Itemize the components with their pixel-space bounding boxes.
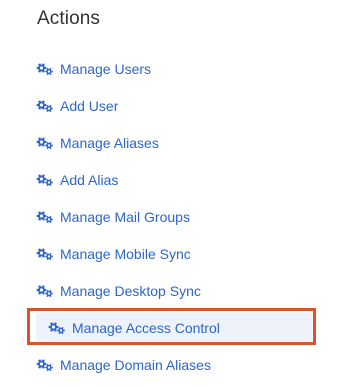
action-label: Manage Domain Aliases (60, 357, 211, 373)
gears-icon (36, 99, 54, 113)
gears-icon (36, 284, 54, 298)
gears-icon (36, 247, 54, 261)
action-manage-users[interactable]: Manage Users (36, 58, 151, 80)
action-label: Manage Aliases (60, 135, 159, 151)
gears-icon (48, 321, 66, 335)
action-label: Add Alias (60, 172, 119, 188)
gears-icon (36, 358, 54, 372)
gears-icon (36, 173, 54, 187)
action-label: Manage Access Control (72, 320, 220, 336)
action-add-user[interactable]: Add User (36, 95, 118, 117)
gears-icon (36, 62, 54, 76)
action-manage-domain-aliases[interactable]: Manage Domain Aliases (36, 354, 211, 376)
action-manage-aliases[interactable]: Manage Aliases (36, 132, 159, 154)
actions-list: Manage Users Add User Manage Aliases Add… (0, 0, 346, 387)
action-label: Manage Mobile Sync (60, 246, 191, 262)
gears-icon (36, 210, 54, 224)
action-manage-access-control[interactable]: Manage Access Control (48, 317, 220, 339)
action-add-alias[interactable]: Add Alias (36, 169, 118, 191)
action-label: Add User (60, 98, 119, 114)
action-label: Manage Desktop Sync (60, 283, 201, 299)
action-manage-desktop-sync[interactable]: Manage Desktop Sync (36, 280, 201, 302)
action-label: Manage Mail Groups (60, 209, 190, 225)
action-manage-mail-groups[interactable]: Manage Mail Groups (36, 206, 190, 228)
action-label: Manage Users (60, 61, 152, 77)
action-manage-mobile-sync[interactable]: Manage Mobile Sync (36, 243, 191, 265)
gears-icon (36, 136, 54, 150)
